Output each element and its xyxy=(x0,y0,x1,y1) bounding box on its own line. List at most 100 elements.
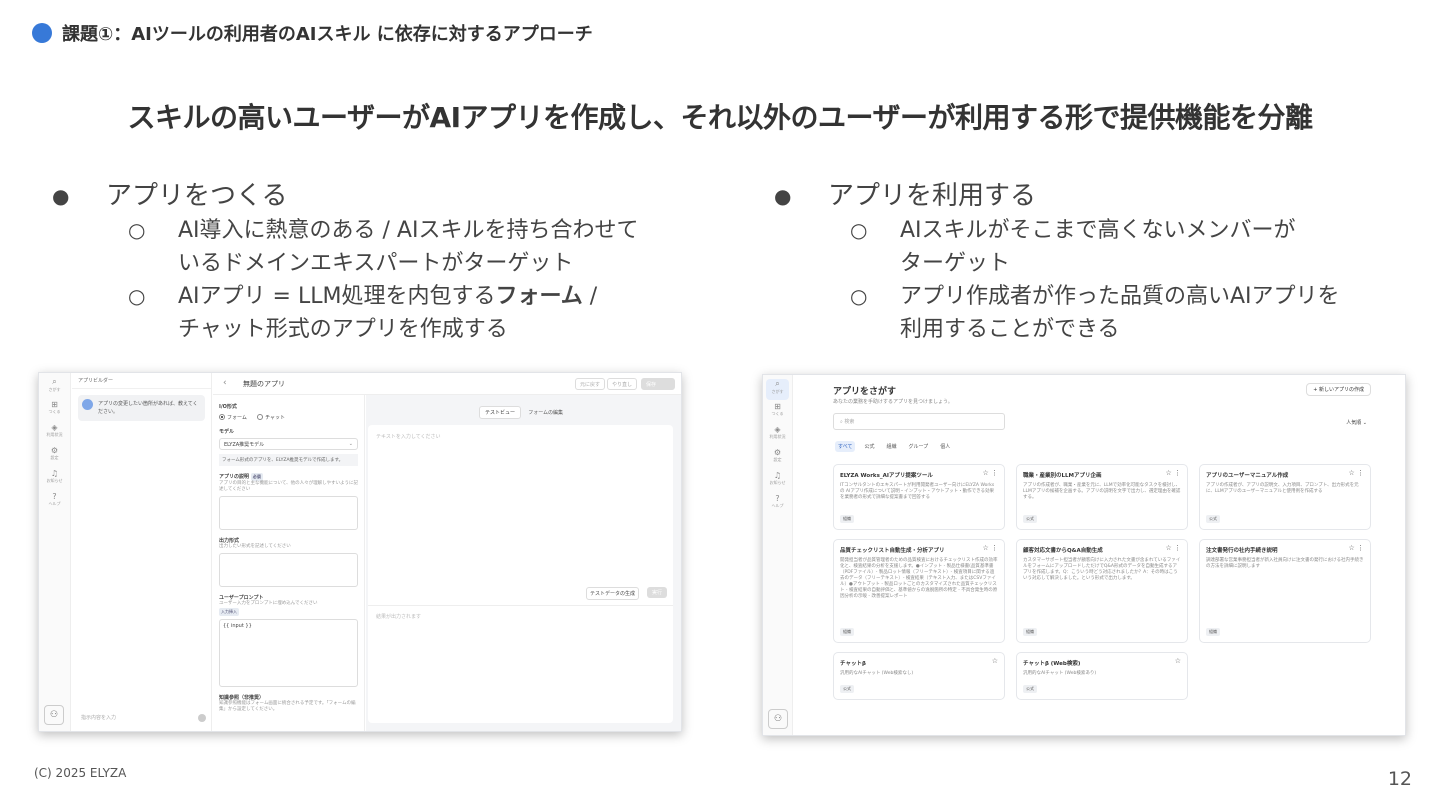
builder-preview-panel: テストビュー フォームの編集 テキストを入力してください テストデータの生成 実… xyxy=(366,395,681,731)
filter-tab[interactable]: 個人 xyxy=(937,441,953,452)
store-title: アプリをさがす xyxy=(833,387,897,397)
app-card[interactable]: ☆ ⋮ ELYZA Works_AIアプリ提案ツール ITコンサルタントのエキスパー… xyxy=(833,464,1005,530)
user-icon[interactable]: ⚇ xyxy=(44,705,64,725)
store-search-input[interactable]: ⌕ 検索 xyxy=(833,413,1005,430)
save-button[interactable]: 保存 xyxy=(641,378,675,390)
app-card-title: 顧客対応文書からQ&A自動生成 xyxy=(1023,548,1103,554)
undo-button[interactable]: 元に戻す xyxy=(574,378,605,390)
new-app-button[interactable]: + 新しいアプリの作成 xyxy=(1306,383,1371,396)
slide-subtitle: スキルの高いユーザーがAIアプリを作成し、それ以外のユーザーが利用する形で提供機… xyxy=(127,101,1313,134)
app-card-description: 汎用的なAIチャット (Web検索あり) xyxy=(1023,671,1097,676)
rail-item-gear[interactable]: ⚙ 設定 xyxy=(39,446,70,467)
store-subtitle: あなたの業務を手助けするアプリを見つけましょう。 xyxy=(833,399,953,405)
app-card-description: 開発担当者が品質管理者のための品質検査におけるチェックリスト作成の効率化と、検査… xyxy=(840,558,998,599)
prompt-field[interactable]: {{ input }} xyxy=(219,619,358,687)
right-heading: アプリを利用する xyxy=(828,181,1037,211)
gear-icon: ⚙ xyxy=(50,446,59,455)
builder-panel-title: アプリビルダー xyxy=(72,373,211,389)
rail-item-layers[interactable]: ◈ 利用状況 xyxy=(763,425,792,446)
test-card: テキストを入力してください テストデータの生成 実行 結果が出力されます xyxy=(368,425,673,723)
test-input[interactable]: テキストを入力してください xyxy=(376,433,441,440)
rail-item-bell[interactable]: ♫ お知らせ xyxy=(39,469,70,490)
help-icon: ? xyxy=(775,494,780,503)
rail-item-help[interactable]: ? ヘルプ xyxy=(39,492,70,513)
grid-icon: ⊞ xyxy=(51,400,58,409)
rail-item-label: 利用状況 xyxy=(46,432,63,437)
star-icon[interactable]: ☆ ⋮ xyxy=(1165,544,1181,552)
builder-icon-rail: ⌕ さがす ⊞ つくる ◈ 利用状況 ⚙ 設定 ♫ お知らせ? ヘルプ ⚇ xyxy=(39,373,71,731)
back-icon[interactable]: ‹ xyxy=(223,378,227,388)
app-card-description: アプリの作成者が、アプリの説明文、入力項目、プロンプト、出力形式を元に、LLMア… xyxy=(1206,483,1359,494)
app-card[interactable]: ☆ ⋮ 注文書発行の社内手続き説明調達部署な営業事務担当者が新入社員向けに注文書の… xyxy=(1199,539,1371,643)
rail-item-help[interactable]: ? ヘルプ xyxy=(763,494,792,515)
tab-test-view[interactable]: テストビュー xyxy=(478,406,521,419)
bell-icon: ♫ xyxy=(773,471,782,480)
rail-item-gear[interactable]: ⚙ 設定 xyxy=(763,448,792,469)
copyright: (C) 2025 ELYZA xyxy=(34,766,127,780)
radio-chat[interactable] xyxy=(257,414,264,420)
rail-item-label: 設定 xyxy=(773,457,782,462)
rail-item-search[interactable]: ⌕ さがす xyxy=(766,379,789,400)
run-button[interactable]: 実行 xyxy=(646,587,667,598)
bullet-icon: ● xyxy=(774,184,792,208)
output-format-field[interactable] xyxy=(219,553,358,587)
slide-header: 課題①：AIツールの利用者のAIスキル に依存に対するアプローチ xyxy=(32,20,593,46)
filter-tab[interactable]: すべて xyxy=(835,441,856,452)
left-item-1: AI導入に熱意のある / AIスキルを持ち合わせて いるドメインエキスパートがタ… xyxy=(178,218,639,276)
rail-item-label: さがす xyxy=(48,387,61,392)
builder-form-panel: I/O形式 フォーム チャット モデル ELYZA推奨モデル ⌄ フォーム形式の… xyxy=(213,395,365,731)
rail-item-search[interactable]: ⌕ さがす xyxy=(39,377,70,398)
app-card-title: 注文書発行の社内手続き説明 xyxy=(1206,548,1278,554)
builder-topbar: ‹ 無題のアプリ 元に戻す やり直し 保存 xyxy=(213,373,681,395)
description-field[interactable] xyxy=(219,496,358,530)
app-card-description: ITコンサルタントのエキスパートが利用開発者ユーザー向けにELYZA Works… xyxy=(840,483,995,500)
app-card-tag: 組織 xyxy=(1023,628,1037,636)
app-card-tag: 組織 xyxy=(840,515,854,523)
app-card-tag: 公式 xyxy=(1023,515,1037,523)
star-icon[interactable]: ☆ ⋮ xyxy=(1348,469,1364,477)
model-select[interactable]: ELYZA推奨モデル ⌄ xyxy=(219,438,358,450)
builder-app-title: 無題のアプリ xyxy=(243,380,285,388)
rail-item-label: ヘルプ xyxy=(48,501,61,506)
grid-icon: ⊞ xyxy=(774,402,781,411)
rail-item-bell[interactable]: ♫ お知らせ xyxy=(763,471,792,492)
left-column: ● アプリをつくる ○ AI導入に熱意のある / AIスキルを持ち合わせて いる… xyxy=(52,178,712,346)
builder-chat-input[interactable]: 指示内容を入力 xyxy=(78,711,206,725)
filter-tab[interactable]: グループ xyxy=(905,441,931,452)
filter-tabs: すべて 公式 組織 グループ 個人 xyxy=(835,441,959,452)
rail-item-grid[interactable]: ⊞ つくる xyxy=(763,402,792,423)
star-icon[interactable]: ☆ ⋮ xyxy=(1348,544,1364,552)
user-icon[interactable]: ⚇ xyxy=(768,709,788,729)
star-icon[interactable]: ☆ ⋮ xyxy=(982,469,998,477)
rail-item-label: ヘルプ xyxy=(771,503,784,508)
filter-tab[interactable]: 組織 xyxy=(883,441,899,452)
send-icon[interactable] xyxy=(198,714,206,722)
filter-tab[interactable]: 公式 xyxy=(861,441,877,452)
rail-item-grid[interactable]: ⊞ つくる xyxy=(39,400,70,421)
app-card-tag: 公式 xyxy=(1206,515,1220,523)
star-icon[interactable]: ☆ xyxy=(992,657,998,665)
app-card-tag: 公式 xyxy=(840,685,854,693)
app-card[interactable]: ☆ ⋮ アプリのユーザーマニュアル作成 アプリの作成者が、アプリの説明文、入力項目、… xyxy=(1199,464,1371,530)
app-card[interactable]: ☆ チャットβ 汎用的なAIチャット (Web検索なし) 公式 xyxy=(833,652,1005,700)
app-card-tag: 組織 xyxy=(840,628,854,636)
star-icon[interactable]: ☆ ⋮ xyxy=(982,544,998,552)
star-icon[interactable]: ☆ xyxy=(1175,657,1181,665)
app-card[interactable]: ☆ ⋮ 職業・産業別のLLMアプリ企画 アプリの作成者が、職業・産業を元に、LLMで… xyxy=(1016,464,1188,530)
radio-form[interactable] xyxy=(219,414,225,420)
layers-icon: ◈ xyxy=(51,423,58,432)
rail-item-label: お知らせ xyxy=(769,480,786,485)
rail-item-layers[interactable]: ◈ 利用状況 xyxy=(39,423,70,444)
app-card-title: チャットβ xyxy=(840,661,866,667)
generate-test-data-button[interactable]: テストデータの生成 xyxy=(585,587,639,600)
app-card[interactable]: ☆ チャットβ (Web検索) 汎用的なAIチャット (Web検索あり) 公式 xyxy=(1016,652,1188,700)
app-card-description: 調達部署な営業事務担当者が新入社員向けに注文書の発行における社内手続きの方法を詳… xyxy=(1206,558,1364,569)
sort-select[interactable]: 人気順 ⌄ xyxy=(1346,419,1367,426)
tab-form-edit[interactable]: フォームの編集 xyxy=(523,407,568,418)
app-card[interactable]: ☆ ⋮ 品質チェックリスト自動生成・分析アプリ 開発担当者が品質管理者のための品質検… xyxy=(833,539,1005,643)
redo-button[interactable]: やり直し xyxy=(606,378,637,390)
insert-input-badge[interactable]: 入力挿入 xyxy=(219,608,239,616)
star-icon[interactable]: ☆ ⋮ xyxy=(1165,469,1181,477)
app-card[interactable]: ☆ ⋮ 顧客対応文書からQ&A自動生成 カスタマーサポート担当者が顧客向けに入力され… xyxy=(1016,539,1188,643)
help-icon: ? xyxy=(52,492,57,501)
